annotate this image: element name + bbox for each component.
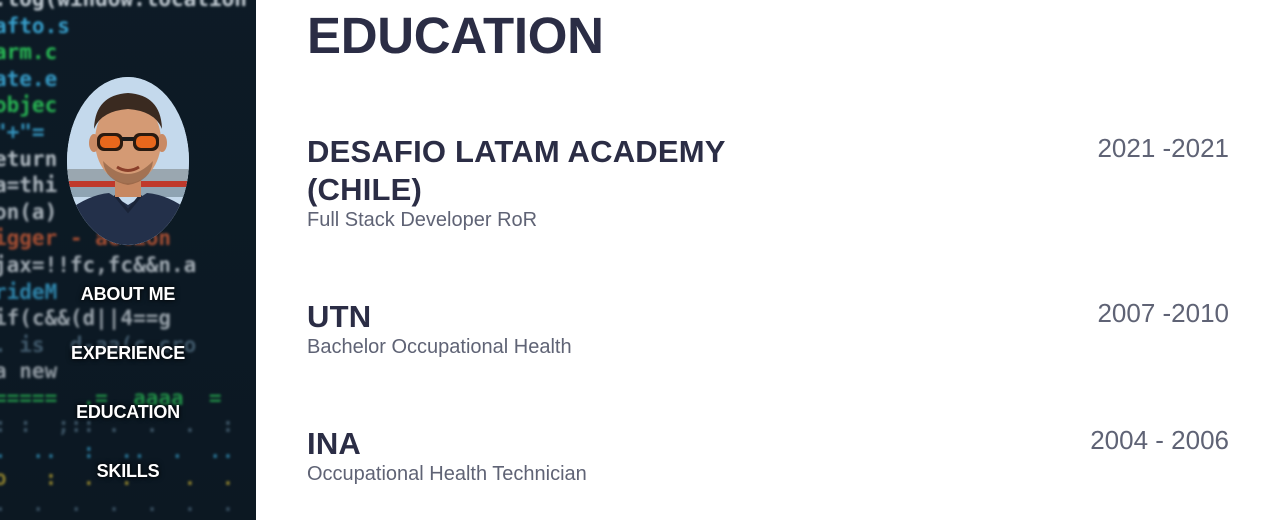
years-range: 2021 -2021 [1097,133,1229,163]
degree-title: Occupational Health Technician [307,463,587,485]
degree-title: Full Stack Developer RoR [307,209,538,231]
degree-title: Bachelor Occupational Health [307,336,572,358]
education-entry: INA Occupational Health Technician 2004 … [307,425,1229,486]
page-title: EDUCATION [307,7,604,64]
sidebar: .log(window.locationafto.sarm.cate.eobje… [0,0,256,520]
page: .log(window.locationafto.sarm.cate.eobje… [0,0,1280,520]
avatar [67,77,189,245]
school-name: UTN [307,299,372,334]
nav-experience[interactable]: EXPERIENCE [0,343,256,364]
main-content: EDUCATION DESAFIO LATAM ACADEMY (CHILE) … [256,0,1280,520]
nav-about-me[interactable]: ABOUT ME [0,284,256,305]
education-entry: UTN Bachelor Occupational Health 2007 -2… [307,298,1229,359]
nav-skills[interactable]: SKILLS [0,461,256,482]
school-name: DESAFIO LATAM ACADEMY (CHILE) [307,134,726,207]
education-entry: DESAFIO LATAM ACADEMY (CHILE) Full Stack… [307,133,1229,232]
nav-education[interactable]: EDUCATION [0,402,256,423]
school-name: INA [307,426,361,461]
profile-photo [67,77,189,245]
years-range: 2004 - 2006 [1090,425,1229,455]
years-range: 2007 -2010 [1097,298,1229,328]
